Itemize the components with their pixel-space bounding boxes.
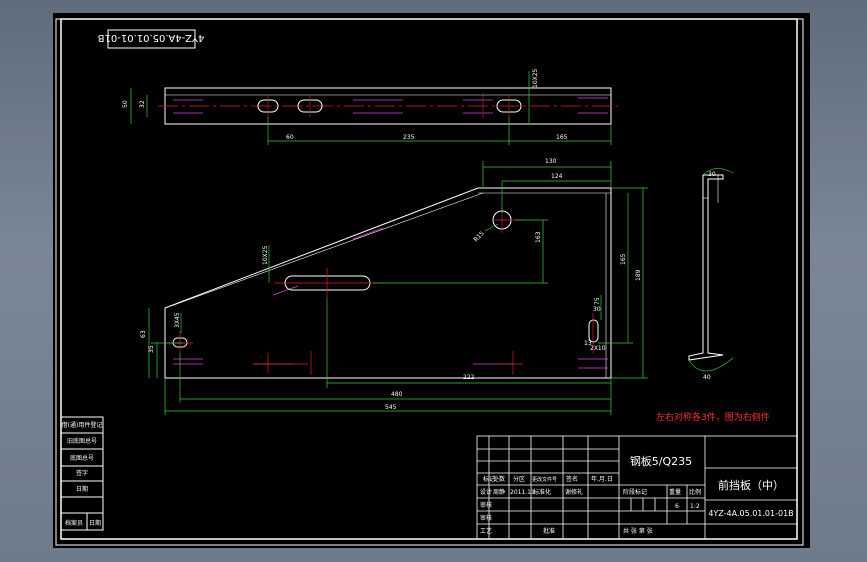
tb-cell: 谢修礼: [565, 488, 583, 496]
dim-text: R15: [472, 230, 485, 243]
tb-cell: 阶段标记: [623, 488, 647, 496]
dim-text: 222: [463, 374, 475, 381]
dim-text: 35: [148, 345, 155, 353]
dim-text: 10X25: [262, 245, 269, 265]
dim-text: 40: [703, 374, 711, 381]
cad-viewport[interactable]: 4YZ-4A.05.01.01-01B 借(通)用件登记 旧底图总号 底图总号 …: [53, 13, 810, 548]
tb-cell: 分区: [513, 475, 525, 483]
dim-text: 63: [140, 330, 147, 338]
part-name: 前挡板（中）: [718, 478, 784, 492]
top-view: 50 32 60 235 165 10X25: [122, 68, 618, 145]
tb-cell: 审核: [480, 514, 492, 522]
tb-cell: 标准化: [533, 488, 551, 496]
dim-text: 235: [403, 134, 415, 141]
tb-cell: 审核: [480, 501, 492, 509]
tb-cell: 周静: [493, 488, 505, 496]
side-table-item: 底图总号: [70, 454, 94, 462]
tb-cell: 批准: [543, 527, 555, 535]
tb-cell: 重量: [669, 488, 681, 496]
note-text: 左右对称各3件，图为右侧件: [656, 411, 770, 423]
dim-text: 32: [139, 100, 146, 108]
dim-text: 480: [391, 391, 403, 398]
material-text: 钢板5/Q235: [630, 454, 692, 468]
dim-text: 165: [620, 253, 627, 265]
side-table-item: 签字: [76, 469, 88, 477]
dim-text: 10X25: [532, 68, 539, 88]
tb-cell: 处数: [493, 475, 505, 483]
dim-text: 545: [385, 404, 397, 411]
dim-text: 163: [535, 231, 542, 243]
dim-text: 3X45: [174, 312, 181, 328]
drawing-number-rotated: 4YZ-4A.05.01.01-01B: [98, 32, 205, 43]
dim-text: 124: [551, 173, 563, 180]
side-table-item: 旧底图总号: [67, 437, 97, 445]
tb-cell: 共 张 第 张: [623, 527, 653, 535]
tb-cell: 1:2: [690, 503, 700, 510]
cad-drawing: 4YZ-4A.05.01.01-01B 借(通)用件登记 旧底图总号 底图总号 …: [55, 18, 804, 546]
front-view: 130 124 163 165 189 R15 10X25 3X45 75 13…: [140, 158, 648, 415]
dim-text: 2X10: [590, 345, 606, 352]
dim-text: 165: [556, 134, 568, 141]
dim-text: 189: [635, 269, 642, 281]
dim-text: 30: [708, 171, 716, 178]
dim-text: 130: [545, 158, 557, 165]
side-table-item: 借(通)用件登记: [62, 421, 103, 429]
side-view: 30 40: [688, 168, 734, 381]
tb-cell: 比例: [689, 488, 701, 496]
dim-text: 60: [286, 134, 294, 141]
tb-cell: 更改文件号: [532, 476, 557, 483]
tb-cell: 年.月.日: [591, 475, 613, 483]
tb-cell: 工艺: [480, 527, 492, 535]
side-table-item: 日期: [76, 485, 88, 493]
tb-cell: 2011.11: [510, 489, 535, 496]
tb-cell: 签名: [566, 475, 578, 483]
side-table-item: 档案员: [65, 519, 83, 527]
side-table-item: 日期: [89, 519, 101, 527]
tb-cell: 设计: [480, 488, 492, 496]
tb-cell: 6: [675, 503, 679, 510]
drawing-number: 4YZ-4A.05.01.01-01B: [708, 509, 793, 518]
dim-text: 30: [593, 306, 601, 313]
dim-text: 75: [594, 297, 601, 305]
dim-text: 50: [122, 100, 129, 108]
